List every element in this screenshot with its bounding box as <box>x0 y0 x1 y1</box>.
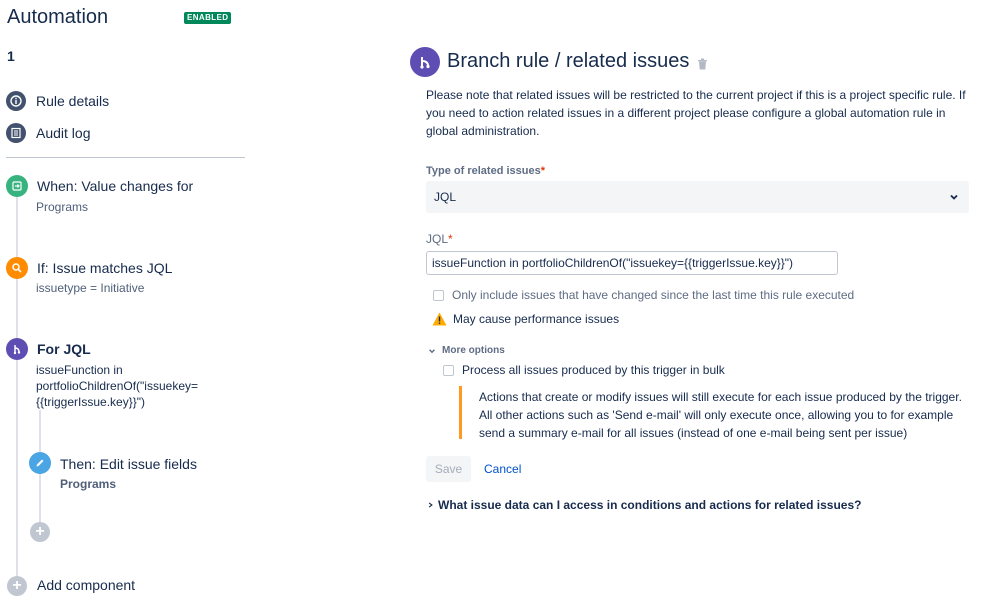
bulk-checkbox[interactable] <box>443 364 454 376</box>
app-title: Automation <box>7 6 109 28</box>
related-issues-type-value: JQL <box>434 190 457 204</box>
bulk-info-text: Actions that create or modify issues wil… <box>479 390 962 440</box>
chevron-down-icon <box>429 348 435 353</box>
jql-field-label: JQL* <box>426 232 453 246</box>
branch-header-icon <box>410 47 440 77</box>
more-options-label: More options <box>442 345 505 356</box>
jql-field-label-text: JQL <box>426 232 449 246</box>
flow-connector <box>16 186 18 596</box>
sidebar-divider <box>6 157 245 158</box>
nav-rule-details[interactable]: Rule details <box>6 90 109 112</box>
action-title[interactable]: Then: Edit issue fields <box>60 456 197 472</box>
cancel-button[interactable]: Cancel <box>484 456 521 482</box>
status-badge: ENABLED <box>184 12 232 24</box>
add-component-label[interactable]: Add component <box>37 577 135 593</box>
pencil-icon <box>29 452 51 474</box>
list-icon <box>6 123 26 143</box>
trash-icon[interactable] <box>697 57 708 70</box>
nav-audit-log[interactable]: Audit log <box>6 122 90 144</box>
changed-only-label: Only include issues that have changed si… <box>452 288 855 302</box>
required-marker: * <box>448 232 453 246</box>
action-subtitle: Programs <box>60 477 117 491</box>
related-issues-type-select[interactable]: JQL <box>426 181 969 213</box>
changed-only-checkbox[interactable] <box>433 289 444 301</box>
branch-title[interactable]: For JQL <box>37 341 91 357</box>
trigger-title[interactable]: When: Value changes for <box>37 178 193 194</box>
nav-rule-details-label: Rule details <box>36 93 110 109</box>
rule-name[interactable]: 1 <box>7 48 15 64</box>
condition-title[interactable]: If: Issue matches JQL <box>37 260 172 276</box>
faq-label: What issue data can I access in conditio… <box>438 498 862 512</box>
changed-only-option[interactable]: Only include issues that have changed si… <box>433 288 854 302</box>
required-marker: * <box>540 165 546 177</box>
jql-input[interactable] <box>426 251 838 275</box>
trigger-subtitle: Programs <box>36 200 89 214</box>
trigger-icon <box>6 175 28 197</box>
chevron-down-icon <box>950 194 958 200</box>
warning-icon <box>432 312 447 326</box>
warning-text: May cause performance issues <box>453 312 620 326</box>
more-options-toggle[interactable]: More options <box>428 345 505 356</box>
page-title: Branch rule / related issues <box>447 50 690 72</box>
search-icon <box>6 257 28 279</box>
chevron-right-icon <box>428 502 433 508</box>
info-accent-bar <box>459 386 462 439</box>
branch-body: issueFunction in portfolioChildrenOf("is… <box>36 363 198 409</box>
bulk-label: Process all issues produced by this trig… <box>462 363 725 377</box>
save-button[interactable]: Save <box>426 456 471 482</box>
nav-audit-log-label: Audit log <box>36 125 91 141</box>
type-field-label: Type of related issues* <box>426 165 545 177</box>
condition-subtitle: issuetype = Initiative <box>36 281 145 295</box>
related-issues-note: Please note that related issues will be … <box>426 88 966 138</box>
branch-icon <box>6 338 28 360</box>
performance-warning: May cause performance issues <box>432 312 619 326</box>
bulk-option[interactable]: Process all issues produced by this trig… <box>443 363 725 377</box>
add-component-icon[interactable]: + <box>7 576 27 596</box>
faq-toggle[interactable]: What issue data can I access in conditio… <box>427 498 861 512</box>
add-branch-component-icon[interactable]: + <box>30 522 50 542</box>
type-field-label-text: Type of related issues <box>426 165 541 177</box>
info-icon <box>6 91 26 111</box>
